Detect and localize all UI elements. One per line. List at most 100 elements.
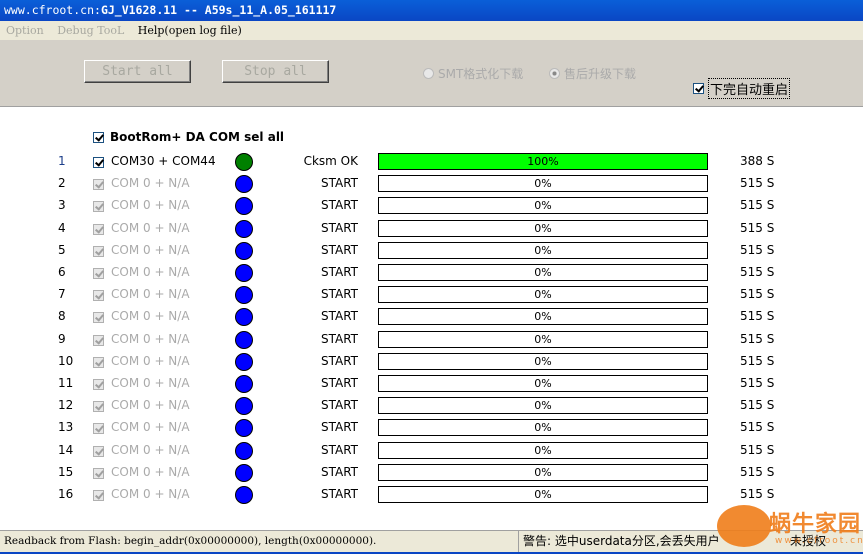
com-port-label: COM 0 + N/A bbox=[111, 287, 190, 302]
com-port-label: COM 0 + N/A bbox=[111, 487, 190, 501]
port-status: START bbox=[320, 287, 358, 302]
menu-option[interactable]: Option bbox=[6, 24, 44, 37]
checkbox-checked-icon bbox=[93, 445, 104, 457]
elapsed-time: 515 S bbox=[740, 420, 775, 435]
row-number: 10 bbox=[58, 353, 74, 368]
select-all-checkbox[interactable]: BootRom+ DA COM sel all bbox=[93, 130, 284, 144]
elapsed-time: 515 S bbox=[740, 242, 775, 257]
com-port-label: COM 0 + N/A bbox=[111, 442, 190, 457]
com-port-label: COM 0 + N/A bbox=[111, 176, 190, 191]
auto-reboot-checkbox[interactable]: 下完自动重启 bbox=[693, 78, 791, 99]
progress-percent: 0% bbox=[534, 221, 552, 235]
com-port-label: COM 0 + N/A bbox=[111, 331, 190, 346]
port-checkbox bbox=[93, 222, 104, 236]
status-indicator-icon bbox=[235, 153, 253, 171]
com-port-label: COM 0 + N/A bbox=[111, 398, 190, 413]
checkbox-checked-icon bbox=[93, 379, 104, 390]
port-status: START bbox=[320, 220, 358, 235]
status-indicator-icon bbox=[235, 264, 253, 282]
progress-percent: 0% bbox=[534, 332, 552, 346]
progress-bar: 100% bbox=[378, 153, 708, 170]
port-row: 1 COM30 + COM44 Cksm OK 100% 388 S bbox=[0, 152, 863, 172]
checkbox-checked-icon bbox=[93, 401, 104, 413]
stop-all-button[interactable]: Stop all bbox=[222, 60, 329, 83]
port-checkbox bbox=[93, 288, 104, 302]
title-prefix: www.cfroot.cn: bbox=[4, 3, 101, 17]
row-number: 16 bbox=[58, 487, 74, 501]
radio-selected-icon bbox=[549, 68, 560, 79]
port-status: START bbox=[320, 331, 358, 346]
start-all-button[interactable]: Start all bbox=[84, 60, 191, 83]
menu-debug-tool[interactable]: Debug TooL bbox=[57, 24, 124, 37]
checkbox-checked-icon bbox=[93, 290, 104, 302]
menu-bar: Option Debug TooL Help(open log file) bbox=[0, 21, 863, 40]
checkbox-checked-icon bbox=[93, 268, 104, 279]
progress-percent: 0% bbox=[534, 377, 552, 390]
port-status: START bbox=[320, 309, 358, 324]
port-row: 14 COM 0 + N/A START 0% 515 S bbox=[0, 441, 863, 461]
com-port-label: COM 0 + N/A bbox=[111, 464, 190, 479]
row-number: 7 bbox=[58, 287, 66, 302]
radio-icon bbox=[423, 68, 434, 79]
elapsed-time: 515 S bbox=[740, 331, 775, 346]
license-status: 未授权 bbox=[790, 534, 827, 548]
progress-bar: 0% bbox=[378, 197, 708, 215]
checkbox-checked-icon bbox=[93, 467, 104, 479]
com-port-label: COM 0 + N/A bbox=[111, 265, 190, 279]
port-status: START bbox=[320, 376, 358, 390]
progress-bar: 0% bbox=[378, 286, 708, 304]
row-number: 8 bbox=[58, 309, 66, 324]
progress-bar: 0% bbox=[378, 463, 708, 481]
port-status: START bbox=[320, 198, 358, 213]
port-status: START bbox=[320, 265, 358, 279]
elapsed-time: 515 S bbox=[740, 376, 775, 390]
radio-aftersale-label: 售后升级下载 bbox=[564, 67, 637, 81]
row-number: 6 bbox=[58, 265, 66, 279]
port-row: 12 COM 0 + N/A START 0% 515 S bbox=[0, 396, 863, 416]
progress-bar: 0% bbox=[378, 375, 708, 392]
port-status: START bbox=[320, 487, 358, 501]
progress-percent: 100% bbox=[527, 155, 559, 168]
progress-bar: 0% bbox=[378, 441, 708, 459]
checkbox-checked-icon bbox=[93, 201, 104, 213]
port-status: START bbox=[320, 353, 358, 368]
checkbox-checked-icon bbox=[93, 245, 104, 257]
status-indicator-icon bbox=[235, 419, 253, 438]
port-row: 6 COM 0 + N/A START 0% 515 S bbox=[0, 263, 863, 283]
warning-status: 警告: 选中userdata分区,会丢失用户 bbox=[518, 531, 720, 553]
status-indicator-icon bbox=[235, 241, 253, 260]
row-number: 12 bbox=[58, 398, 74, 413]
row-number: 3 bbox=[58, 198, 66, 213]
progress-bar: 0% bbox=[378, 397, 708, 415]
com-port-label: COM 0 + N/A bbox=[111, 242, 190, 257]
progress-bar: 0% bbox=[378, 486, 708, 503]
port-checkbox[interactable] bbox=[93, 155, 104, 169]
status-indicator-icon bbox=[235, 352, 253, 371]
port-status: START bbox=[320, 176, 358, 191]
radio-aftersale-download[interactable]: 售后升级下载 bbox=[549, 65, 636, 82]
port-checkbox bbox=[93, 466, 104, 480]
port-row: 3 COM 0 + N/A START 0% 515 S bbox=[0, 196, 863, 216]
elapsed-time: 515 S bbox=[740, 464, 775, 479]
com-port-label: COM 0 + N/A bbox=[111, 376, 190, 390]
elapsed-time: 515 S bbox=[740, 176, 775, 191]
port-row: 5 COM 0 + N/A START 0% 515 S bbox=[0, 241, 863, 261]
row-number: 1 bbox=[58, 154, 66, 168]
progress-bar: 0% bbox=[378, 175, 708, 193]
progress-percent: 0% bbox=[534, 465, 552, 479]
status-indicator-icon bbox=[235, 463, 253, 482]
progress-percent: 0% bbox=[534, 443, 552, 457]
progress-bar: 0% bbox=[378, 419, 708, 437]
checkbox-checked-icon bbox=[93, 223, 104, 235]
menu-help[interactable]: Help(open log file) bbox=[138, 24, 242, 37]
elapsed-time: 388 S bbox=[740, 154, 775, 168]
row-number: 2 bbox=[58, 176, 66, 191]
toolbar-panel: Start all Stop all SMT格式化下载 售后升级下载 下完自动重… bbox=[0, 40, 863, 106]
radio-smt-download[interactable]: SMT格式化下载 bbox=[423, 65, 523, 82]
status-indicator-icon bbox=[235, 197, 253, 216]
checkbox-checked-icon bbox=[93, 157, 104, 168]
elapsed-time: 515 S bbox=[740, 398, 775, 413]
port-row: 7 COM 0 + N/A START 0% 515 S bbox=[0, 285, 863, 305]
port-checkbox bbox=[93, 421, 104, 435]
com-port-label: COM 0 + N/A bbox=[111, 420, 190, 435]
